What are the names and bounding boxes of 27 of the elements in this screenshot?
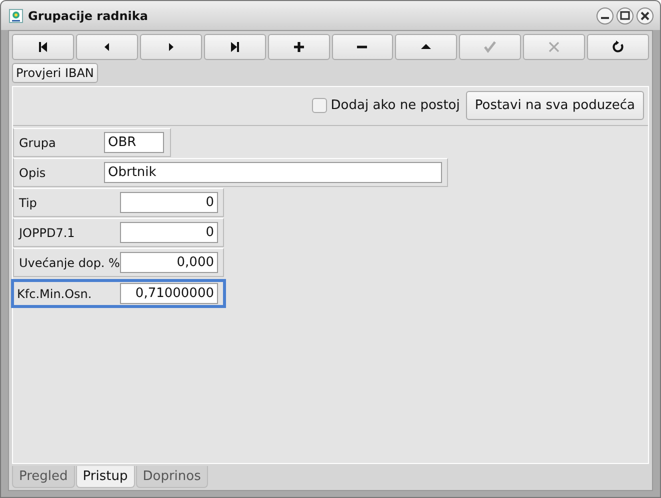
field-label: Grupa: [19, 136, 57, 150]
close-icon[interactable]: [636, 6, 654, 24]
input-field[interactable]: 0: [120, 192, 218, 213]
check-iban-button[interactable]: Provjeri IBAN: [12, 63, 98, 83]
tab[interactable]: Pregled: [12, 466, 75, 488]
field-label: Tip: [19, 196, 38, 210]
input-field[interactable]: 0,000: [120, 252, 218, 273]
input-field[interactable]: 0,71000000: [120, 283, 218, 304]
input-field[interactable]: Obrtnik: [104, 162, 442, 183]
app-icon: [9, 8, 23, 22]
field-label: JOPPD7.1: [19, 226, 76, 240]
input-field[interactable]: OBR: [104, 132, 164, 153]
tab[interactable]: Doprinos: [136, 466, 208, 488]
tab[interactable]: Pristup: [76, 466, 135, 488]
maximize-icon[interactable]: [616, 6, 634, 24]
minimize-icon[interactable]: [596, 6, 614, 24]
add-button[interactable]: [268, 34, 330, 60]
field-label: Uvećanje dop. %: [19, 256, 120, 270]
add-if-missing-checkbox[interactable]: Dodaj ako ne postoj: [312, 98, 460, 113]
field-label: Opis: [19, 166, 47, 180]
field-label: Kfc.Min.Osn.: [17, 286, 93, 300]
apply-all-button[interactable]: Postavi na sva poduzeća: [466, 91, 644, 120]
refresh-button[interactable]: [587, 34, 650, 60]
last-button[interactable]: [204, 34, 266, 60]
input-field[interactable]: 0: [120, 222, 218, 243]
first-button[interactable]: [12, 34, 74, 60]
window-title: Grupacije radnika: [28, 8, 149, 22]
